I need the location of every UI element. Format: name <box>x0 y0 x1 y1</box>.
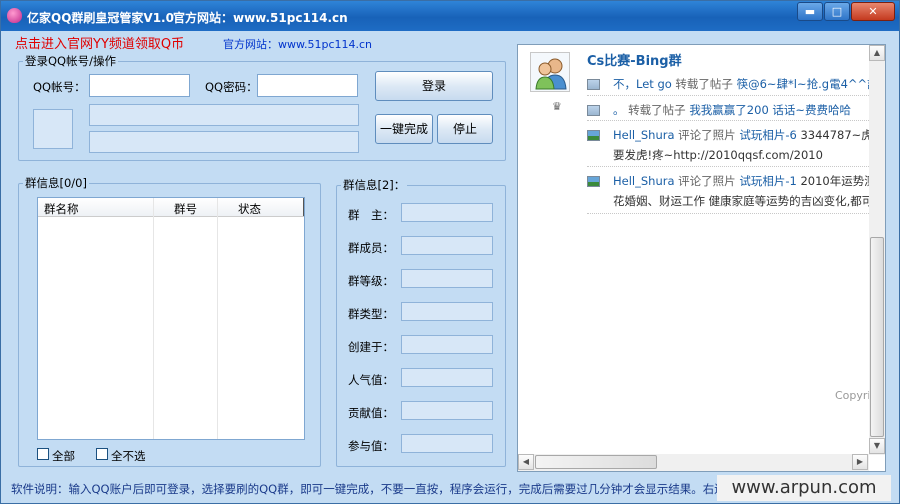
group-info-label: 群类型： <box>348 307 394 321</box>
group-list-table[interactable]: 群名称 群号 状态 <box>37 197 305 440</box>
group-list-legend: 群信息[0/0] <box>25 176 87 190</box>
feed-item-text: Hell_Shura 评论了照片 试玩相片-1 2010年运势测 <box>613 173 869 189</box>
feed-item-detail: 花婚姻、财运工作 健康家庭等运势的吉凶变化,都可 <box>613 194 869 208</box>
feed-item-detail: 要发虎!疼~http://2010qqsf.com/2010 <box>613 148 823 162</box>
stop-button[interactable]: 停止 <box>437 114 493 144</box>
info-field-2 <box>89 131 359 153</box>
select-all-label[interactable]: 全部 <box>52 448 75 464</box>
feed-item-text: Hell_Shura 评论了照片 试玩相片-6 3344787~虎 <box>613 127 869 143</box>
qq-account-input[interactable] <box>89 74 190 97</box>
feed-link[interactable]: 。 <box>613 103 625 117</box>
scroll-left-button[interactable]: ◀ <box>518 454 534 470</box>
photo-icon <box>587 176 600 187</box>
group-info-label: 群成员： <box>348 241 394 255</box>
feed-item-text: 不，Let go 转载了帖子 筷@6~肆*l~抢.g電4^^請 <box>613 76 869 92</box>
column-header-group-name[interactable]: 群名称 <box>44 201 79 217</box>
group-list-header: 群名称 群号 状态 <box>38 198 304 217</box>
group-info-value <box>401 302 493 321</box>
scroll-right-button[interactable]: ▶ <box>852 454 868 470</box>
scroll-up-button[interactable]: ▲ <box>869 45 885 61</box>
group-avatar-icon <box>530 52 570 92</box>
horizontal-scrollbar[interactable]: ◀ ▶ <box>518 454 869 471</box>
maximize-button[interactable]: □ <box>824 2 850 21</box>
feed-item[interactable]: 。 转载了帖子 我我赢赢了200 话话~费费哈哈 <box>587 102 869 120</box>
group-info-value <box>401 434 493 453</box>
post-icon <box>587 105 600 116</box>
info-field-1 <box>89 104 359 126</box>
copyright-text: Copyri <box>835 389 871 402</box>
feed-text: 评论了照片 <box>674 174 740 188</box>
column-divider <box>303 198 304 216</box>
feed-text: 评论了照片 <box>674 128 740 142</box>
photo-icon <box>587 130 600 141</box>
close-button[interactable]: ✕ <box>851 2 895 21</box>
group-info-value <box>401 203 493 222</box>
title-site-label: 官方网站：www.51pc114.cn <box>173 11 348 25</box>
app-icon <box>7 8 22 23</box>
post-icon <box>587 79 600 90</box>
group-info-label: 群等级： <box>348 274 394 288</box>
group-info-label: 群 主： <box>348 208 394 222</box>
group-info-label: 参与值： <box>348 439 394 453</box>
feed-link[interactable]: 试玩相片-1 <box>739 174 796 188</box>
crown-icon: ♛ <box>552 100 562 113</box>
minimize-button[interactable]: ▬ <box>797 2 823 21</box>
qq-password-input[interactable] <box>257 74 358 97</box>
avatar <box>33 109 73 149</box>
feed-text: 2010年运势测 <box>796 174 869 188</box>
column-header-status[interactable]: 状态 <box>238 201 261 217</box>
one-click-complete-button[interactable]: 一键完成 <box>375 114 433 144</box>
watermark: www.arpun.com <box>717 475 891 501</box>
group-info-value <box>401 401 493 420</box>
feed-separator <box>587 213 869 214</box>
feed-item[interactable]: Hell_Shura 评论了照片 试玩相片-1 2010年运势测 花婚姻、财运工作… <box>587 173 869 213</box>
vertical-scrollbar[interactable]: ▲ ▼ <box>869 45 885 455</box>
feed-text: 转载了帖子 <box>624 103 690 117</box>
feed-link[interactable]: Hell_Shura <box>613 174 675 188</box>
group-info-value <box>401 368 493 387</box>
feed-link[interactable]: 试玩相片-6 <box>739 128 796 142</box>
feed-link[interactable]: 筷@6~肆*l~抢.g電4^^請 <box>737 77 869 91</box>
column-divider <box>217 198 218 439</box>
select-all-checkbox[interactable] <box>37 448 49 460</box>
select-none-label[interactable]: 全不选 <box>111 448 146 464</box>
login-button[interactable]: 登录 <box>375 71 493 101</box>
group-info-value <box>401 236 493 255</box>
feed-separator <box>587 166 869 167</box>
official-site-link[interactable]: 官方网站：www.51pc114.cn <box>223 36 372 52</box>
feed-separator <box>587 120 869 121</box>
title-bar[interactable]: 亿家QQ群刷皇冠管家V1.0 官方网站：www.51pc114.cn ▬ □ ✕ <box>1 1 899 31</box>
feed-text: 3344787~虎 <box>796 128 869 142</box>
feed-item-text: 。 转载了帖子 我我赢赢了200 话话~费费哈哈 <box>613 102 851 118</box>
window-title: 亿家QQ群刷皇冠管家V1.0 <box>27 11 174 25</box>
group-info-label: 贡献值： <box>348 406 394 420</box>
vertical-scroll-thumb[interactable] <box>870 237 884 437</box>
feed-item[interactable]: Hell_Shura 评论了照片 试玩相片-6 3344787~虎 要发虎!疼~h… <box>587 127 869 167</box>
login-panel-legend: 登录QQ帐号/操作 <box>25 54 116 68</box>
group-info-value <box>401 269 493 288</box>
group-info-value <box>401 335 493 354</box>
feed-link[interactable]: Hell_Shura <box>613 128 675 142</box>
column-divider <box>153 198 154 439</box>
horizontal-scroll-thumb[interactable] <box>535 455 657 469</box>
feed-item[interactable]: 不，Let go 转载了帖子 筷@6~肆*l~抢.g電4^^請 <box>587 76 869 94</box>
main-window: 亿家QQ群刷皇冠管家V1.0 官方网站：www.51pc114.cn ▬ □ ✕… <box>0 0 900 504</box>
group-name[interactable]: Cs比赛-Bing群 <box>587 50 682 69</box>
feed-link[interactable]: 不，Let go <box>613 77 672 91</box>
select-none-checkbox[interactable] <box>96 448 108 460</box>
feed-link[interactable]: 我我赢赢了200 话话~费费哈哈 <box>689 103 851 117</box>
group-info-label: 人气值： <box>348 373 394 387</box>
feed-text: 转载了帖子 <box>671 77 737 91</box>
qq-account-label: QQ帐号： <box>33 80 86 94</box>
group-info-legend: 群信息[2]： <box>343 178 406 192</box>
yy-channel-link[interactable]: 点击进入官网YY频道领取Q币 <box>15 33 184 52</box>
column-header-group-number[interactable]: 群号 <box>174 201 197 217</box>
feed-separator <box>587 95 869 96</box>
group-info-label: 创建于： <box>348 340 394 354</box>
qq-password-label: QQ密码： <box>205 80 258 94</box>
scroll-down-button[interactable]: ▼ <box>869 438 885 454</box>
